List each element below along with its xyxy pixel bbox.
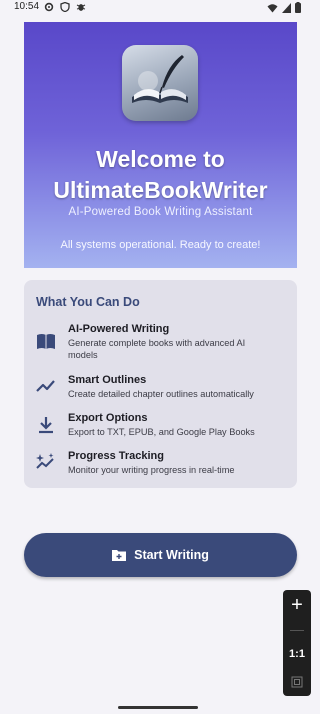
zoom-divider <box>290 630 304 631</box>
feature-title: Export Options <box>68 412 148 424</box>
feature-description: Export to TXT, EPUB, and Google Play Boo… <box>68 427 255 437</box>
fit-screen-icon[interactable] <box>291 676 303 688</box>
wifi-icon <box>267 3 278 12</box>
trend-icon <box>36 380 55 392</box>
status-time: 10:54 <box>14 1 40 12</box>
features-card: What You Can Do AI-Powered Writing Gener… <box>24 280 297 488</box>
start-writing-button[interactable]: Start Writing <box>24 533 297 577</box>
status-bar: 10:54 <box>0 0 315 14</box>
features-title: What You Can Do <box>36 295 140 309</box>
download-icon <box>39 417 53 434</box>
hero-title-line1: Welcome to <box>96 146 225 172</box>
zoom-in-button[interactable]: + <box>283 593 311 617</box>
hero-title: Welcome to UltimateBookWriter <box>24 144 297 206</box>
feature-title: Smart Outlines <box>68 374 147 386</box>
settings-icon <box>44 2 54 12</box>
gesture-nav-bar[interactable] <box>118 706 198 709</box>
signal-icon <box>282 2 291 13</box>
feature-title: Progress Tracking <box>68 450 164 462</box>
hero-title-line2: UltimateBookWriter <box>53 177 268 203</box>
sparkle-chart-icon <box>36 453 54 469</box>
new-folder-icon <box>112 550 127 561</box>
system-status-text: All systems operational. Ready to create… <box>60 239 261 251</box>
hero-subtitle: AI-Powered Book Writing Assistant <box>68 206 253 218</box>
feature-description: Generate complete books with advanced AI… <box>68 338 246 360</box>
feature-description: Create detailed chapter outlines automat… <box>68 389 254 399</box>
feature-title: AI-Powered Writing <box>68 323 170 335</box>
start-writing-label: Start Writing <box>134 548 209 562</box>
feature-description: Monitor your writing progress in real-ti… <box>68 465 235 475</box>
status-right-icons <box>267 2 301 13</box>
battery-icon <box>295 2 301 13</box>
app-logo-book-quill-icon <box>122 45 198 121</box>
shield-icon <box>60 2 70 12</box>
zoom-reset-button[interactable]: 1:1 <box>283 648 311 660</box>
zoom-controls: + 1:1 <box>283 590 311 696</box>
welcome-hero: Welcome to UltimateBookWriter AI-Powered… <box>24 22 297 268</box>
book-icon <box>37 334 55 349</box>
bug-icon <box>76 4 86 11</box>
